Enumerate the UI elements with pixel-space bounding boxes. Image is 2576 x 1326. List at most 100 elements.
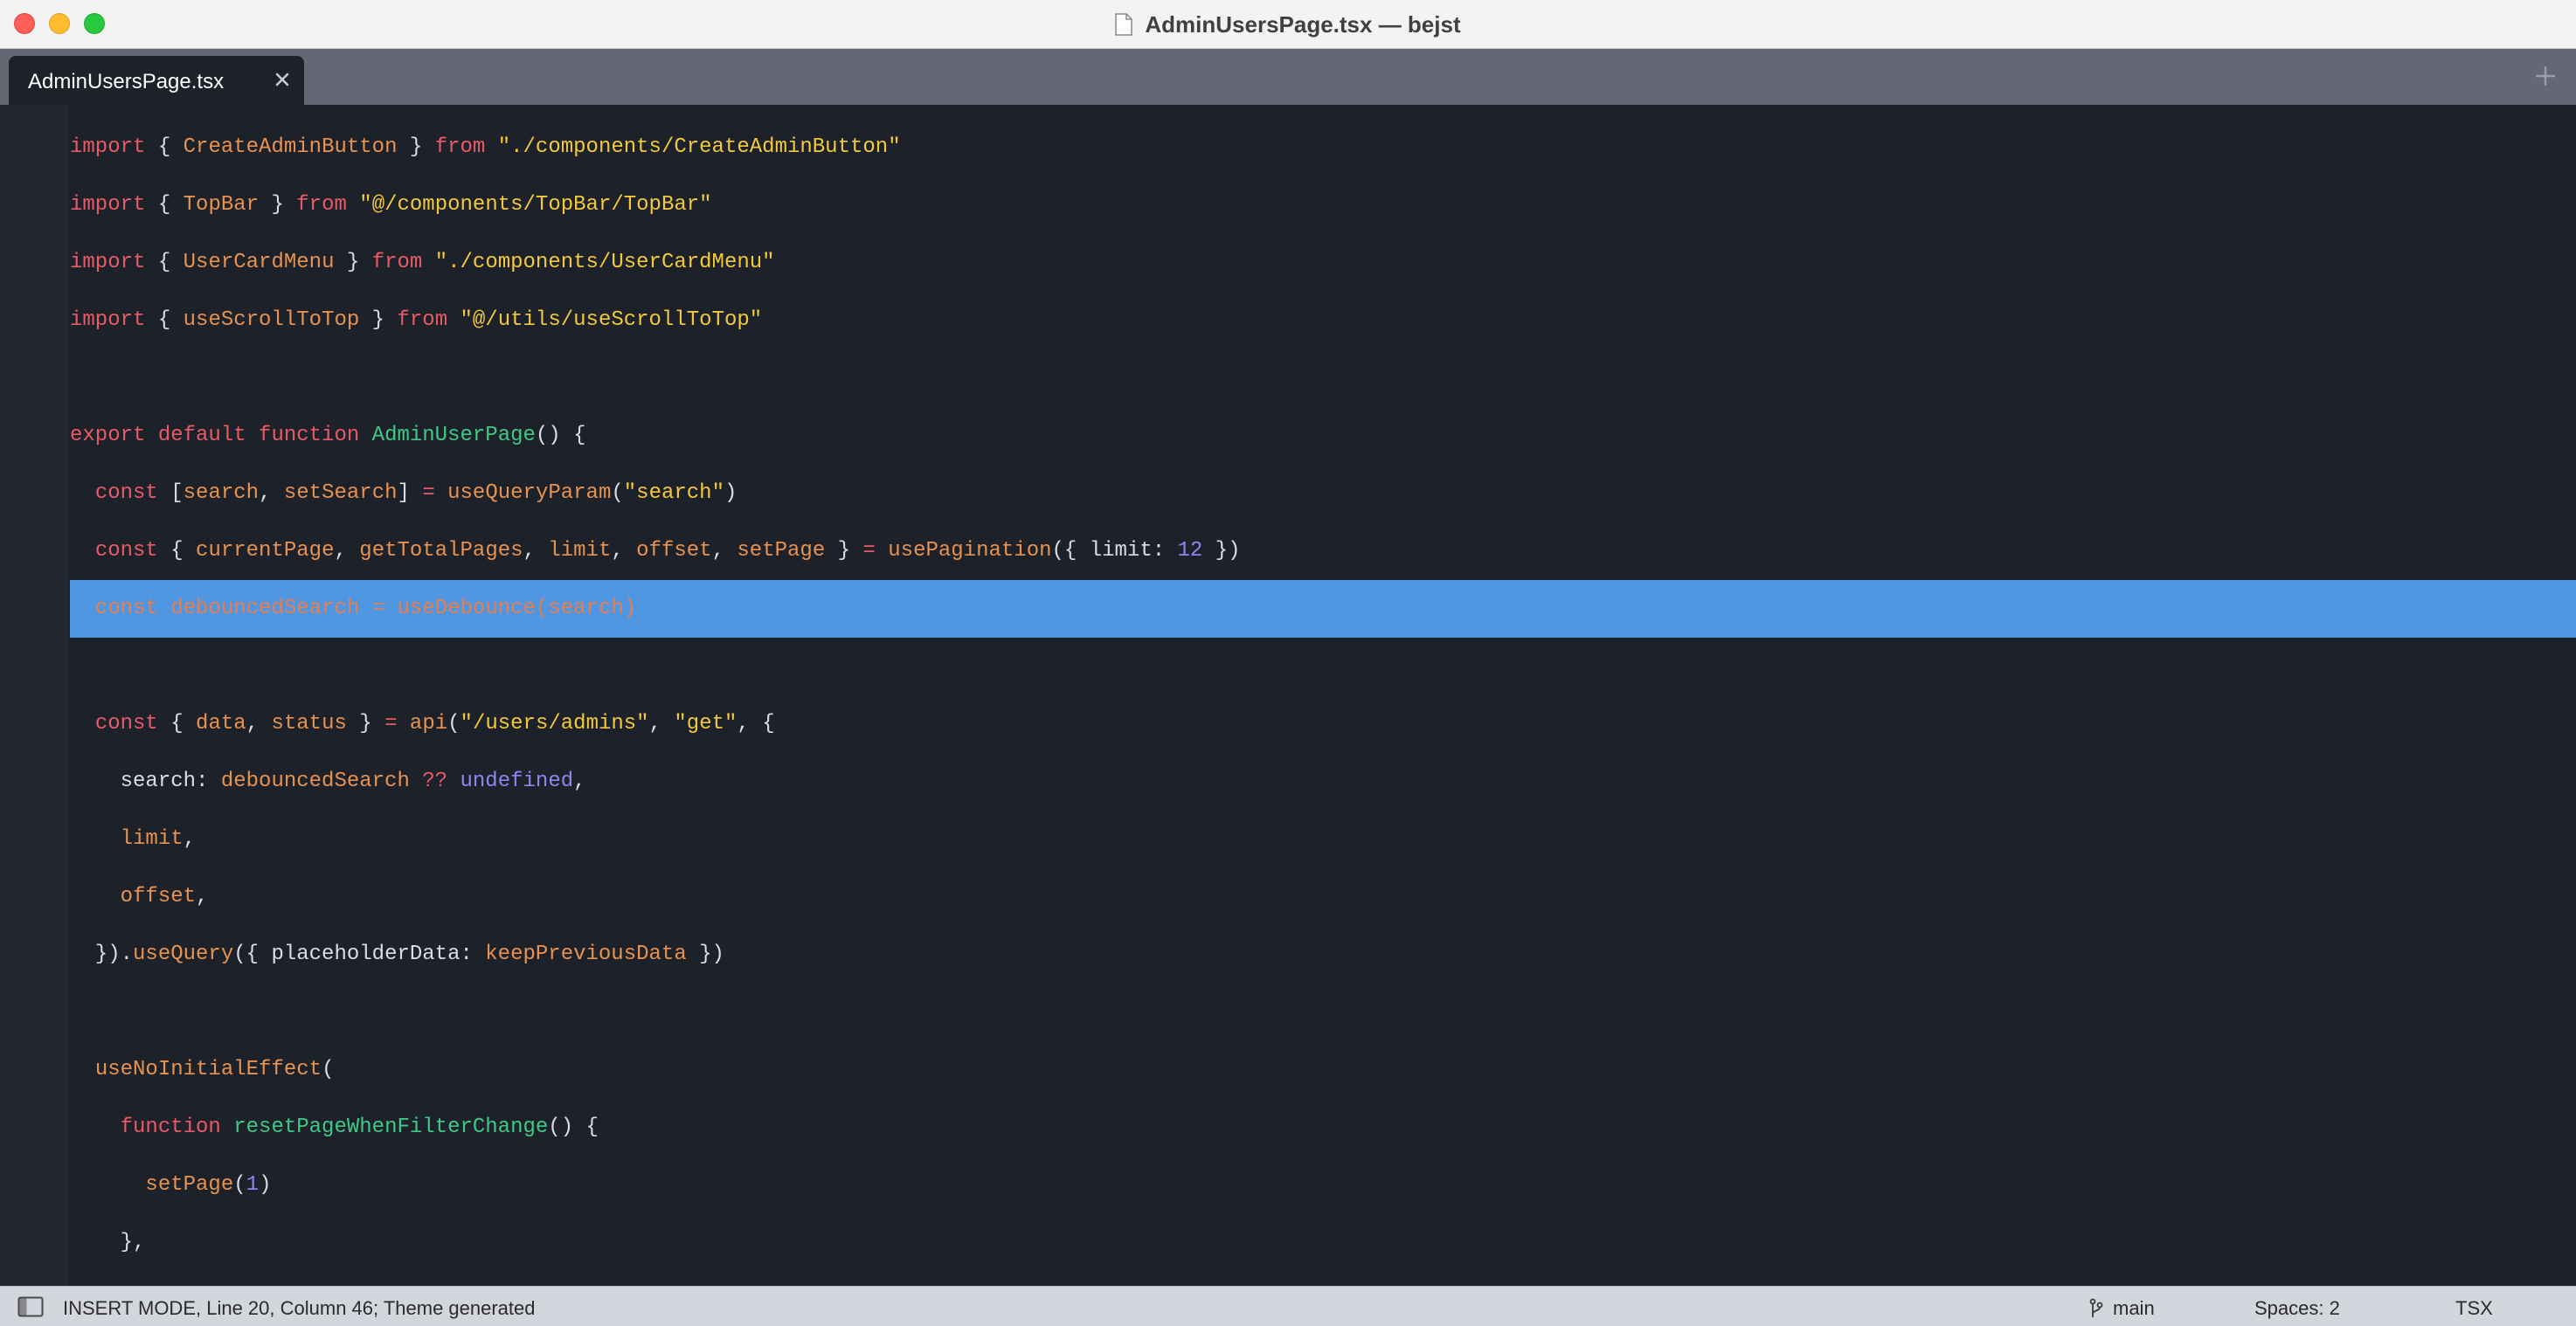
close-icon[interactable] [271, 68, 294, 91]
syntax-selector[interactable]: TSX [2455, 1297, 2493, 1320]
code-token: useQueryParam [447, 481, 612, 505]
code-token: useNoInitialEffect [94, 1058, 322, 1081]
code-token: ( [322, 1058, 335, 1081]
title-wrap: AdminUsersPage.tsx — bejst [0, 0, 2576, 49]
code-token: 1 [246, 1173, 260, 1197]
branch-name: main [2113, 1297, 2155, 1319]
indentation-setting[interactable]: Spaces: 2 [2254, 1297, 2340, 1320]
code-token: [ [157, 481, 184, 505]
code-token: TopBar [183, 193, 260, 217]
code-token: from [371, 251, 423, 274]
code-token: search: [70, 770, 221, 793]
editor-window: AdminUsersPage.tsx — bejst AdminUsersPag… [0, 0, 2576, 1326]
code-token: , [246, 712, 272, 736]
code-token: 12 [1177, 539, 1203, 563]
code-token: , { [737, 712, 775, 736]
code-editor[interactable]: import { CreateAdminButton } from "./com… [0, 105, 2576, 1286]
title-bar: AdminUsersPage.tsx — bejst [0, 0, 2576, 49]
code-token: () { [535, 424, 586, 447]
code-line[interactable]: ​ [70, 984, 2576, 1041]
code-token: ( [233, 1173, 246, 1197]
code-token: resetPageWhenFilterChange [233, 1115, 549, 1139]
code-token: limit [548, 539, 612, 563]
code-token: ) [623, 597, 637, 620]
code-token: setSearch [283, 481, 398, 505]
code-token: "@/components/TopBar/TopBar" [359, 193, 712, 217]
status-mode-text: INSERT MODE, Line 20, Column 46; Theme g… [63, 1297, 536, 1319]
code-line[interactable]: offset, [70, 868, 2576, 926]
code-token: const [94, 539, 158, 563]
code-line[interactable]: const { currentPage, getTotalPages, limi… [70, 522, 2576, 580]
code-token: status [271, 712, 347, 736]
code-token: import [70, 135, 146, 159]
code-line[interactable]: }).useQuery({ placeholderData: keepPrevi… [70, 926, 2576, 984]
code-token: debouncedSearch [170, 597, 360, 620]
code-line[interactable]: import { useScrollToTop } from "@/utils/… [70, 292, 2576, 349]
code-token: }) [686, 943, 724, 966]
code-line[interactable]: import { CreateAdminButton } from "./com… [70, 119, 2576, 176]
status-bar: INSERT MODE, Line 20, Column 46; Theme g… [0, 1286, 2576, 1326]
code-token: ) [724, 481, 737, 505]
code-line[interactable]: ​ [70, 638, 2576, 695]
line-gutter [0, 105, 69, 1286]
code-line-selected[interactable]: const debouncedSearch = useDebounce(sear… [70, 580, 2576, 638]
plus-icon[interactable] [2532, 63, 2559, 89]
code-token: const [94, 481, 158, 505]
code-area[interactable]: import { CreateAdminButton } from "./com… [70, 119, 2576, 1272]
tab-admin-users-page[interactable]: AdminUsersPage.tsx [9, 56, 304, 105]
code-token: export default function [70, 424, 360, 447]
code-line[interactable]: search: debouncedSearch ?? undefined, [70, 753, 2576, 811]
code-line[interactable]: setPage(1) [70, 1157, 2576, 1214]
code-token: } [334, 251, 372, 274]
code-token: from [434, 135, 486, 159]
code-token: } [825, 539, 863, 563]
code-token: , [648, 712, 675, 736]
code-token: setPage [737, 539, 826, 563]
branch-indicator[interactable]: main [2088, 1297, 2155, 1320]
code-token: "@/utils/useScrollToTop" [460, 308, 763, 332]
code-token: ({ limit: [1051, 539, 1178, 563]
code-line[interactable]: const { data, status } = api("/users/adm… [70, 695, 2576, 753]
code-token: const [94, 597, 158, 620]
code-line[interactable]: ​ [70, 349, 2576, 407]
code-token: debouncedSearch [220, 770, 410, 793]
code-line[interactable]: const [search, setSearch] = useQueryPara… [70, 465, 2576, 522]
code-line[interactable]: function resetPageWhenFilterChange() { [70, 1099, 2576, 1157]
code-token: } [359, 308, 398, 332]
code-token: "get" [674, 712, 737, 736]
code-token: ({ placeholderData: [233, 943, 486, 966]
code-token: ] [397, 481, 423, 505]
code-token: , [611, 539, 637, 563]
code-line[interactable]: import { TopBar } from "@/components/Top… [70, 176, 2576, 234]
code-line[interactable]: }, [70, 1214, 2576, 1272]
code-token: function [120, 1115, 221, 1139]
code-token: api [409, 712, 448, 736]
code-line[interactable]: import { UserCardMenu } from "./componen… [70, 234, 2576, 292]
code-token: import [70, 193, 146, 217]
code-token: { [157, 712, 197, 736]
code-token: { [145, 135, 184, 159]
code-token: UserCardMenu [183, 251, 335, 274]
code-line[interactable]: export default function AdminUserPage() … [70, 407, 2576, 465]
code-token: = [422, 481, 435, 505]
code-token: } [346, 712, 385, 736]
code-token: useQuery [133, 943, 234, 966]
code-token: { [145, 251, 184, 274]
sidebar-toggle-icon[interactable] [17, 1296, 44, 1317]
code-token: } [259, 193, 297, 217]
code-line[interactable]: useNoInitialEffect( [70, 1041, 2576, 1099]
code-line[interactable]: limit, [70, 811, 2576, 868]
